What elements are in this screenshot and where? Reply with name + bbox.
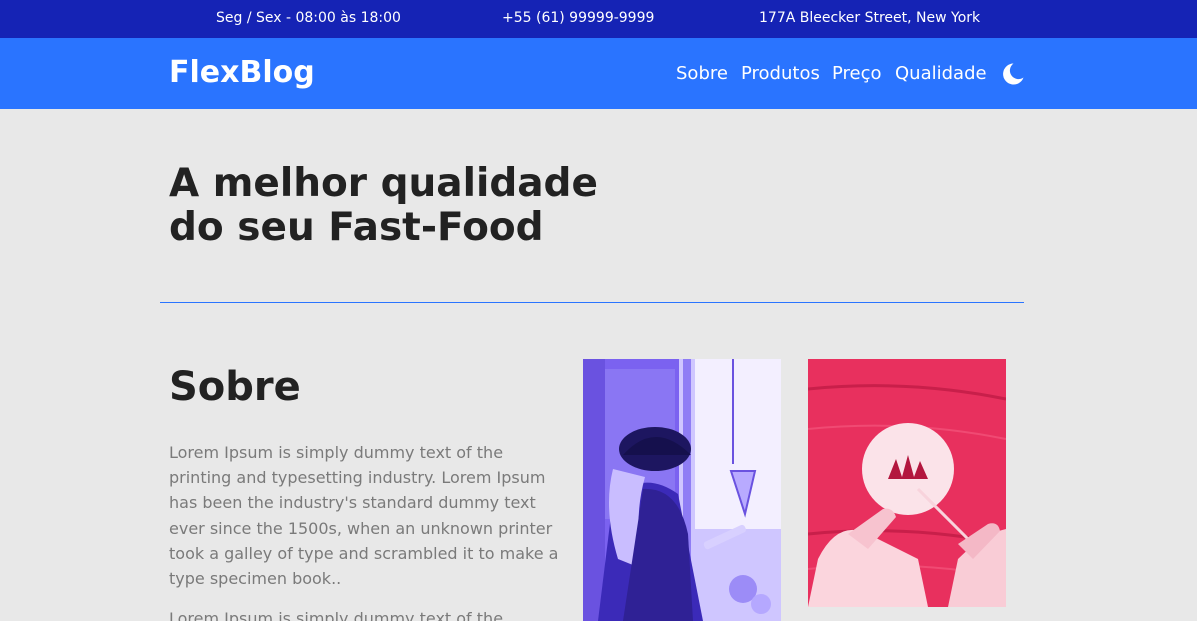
about-paragraph: Lorem Ipsum is simply dummy text of the [169,609,504,621]
nav-link-sobre[interactable]: Sobre [676,63,728,84]
nav-link-qualidade[interactable]: Qualidade [895,63,987,84]
section-divider [160,302,1024,303]
hero-title-line-2: do seu Fast-Food [169,205,544,250]
hero-title-line-1: A melhor qualidade [169,161,598,206]
nav-link-produtos[interactable]: Produtos [741,63,820,84]
painting-hands-photo [808,359,1006,607]
about-paragraph: Lorem Ipsum is simply dummy text of the … [169,443,559,589]
hero-title: A melhor qualidade do seu Fast-Food [169,162,609,250]
woman-with-hat-photo [583,359,781,621]
main-navbar: FlexBlog Sobre Produtos Preço Qualidade [0,38,1197,109]
opening-hours: Seg / Sex - 08:00 às 18:00 [216,10,401,26]
phone-number: +55 (61) 99999-9999 [502,10,655,26]
nav-link-preco[interactable]: Preço [832,63,882,84]
logo[interactable]: FlexBlog [169,55,315,90]
address: 177A Bleecker Street, New York [759,10,981,26]
about-title: Sobre [169,364,301,410]
top-info-bar: Seg / Sex - 08:00 às 18:00 +55 (61) 9999… [0,0,1197,38]
moon-icon[interactable] [998,60,1026,88]
